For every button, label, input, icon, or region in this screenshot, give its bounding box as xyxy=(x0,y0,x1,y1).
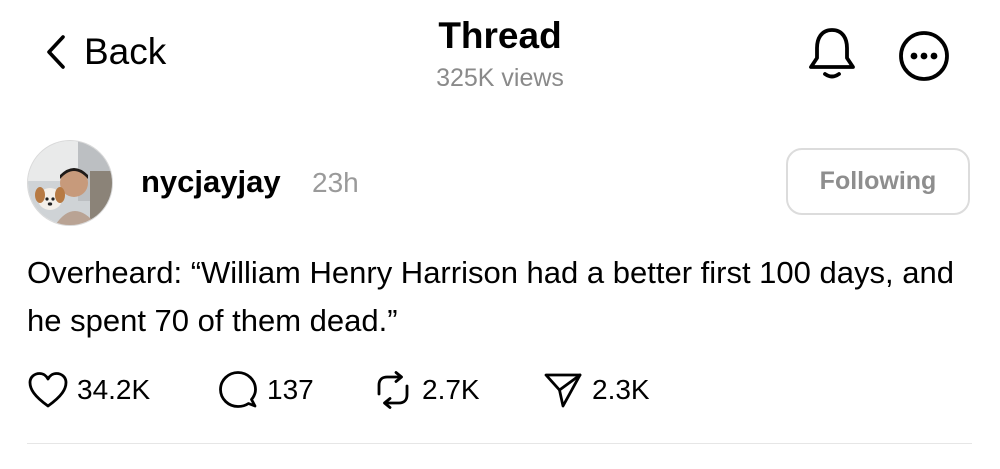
top-navigation-bar: Back Thread 325K views xyxy=(0,0,1000,110)
chevron-left-icon xyxy=(44,32,70,72)
share-count: 2.3K xyxy=(592,374,650,405)
thread-header: Thread 325K views xyxy=(300,14,700,94)
notifications-button[interactable] xyxy=(804,22,860,84)
like-count: 34.2K xyxy=(77,374,151,405)
post-actions: 34.2K 137 2.7K 2.3K xyxy=(27,366,650,414)
like-button[interactable]: 34.2K xyxy=(27,370,217,410)
reply-button[interactable]: 137 xyxy=(217,369,372,411)
back-button[interactable]: Back xyxy=(44,28,166,76)
reply-count: 137 xyxy=(267,374,314,405)
heart-icon xyxy=(27,370,69,410)
more-options-button[interactable] xyxy=(896,28,952,84)
bell-icon xyxy=(804,28,860,88)
post-timestamp: 23h xyxy=(312,167,359,198)
username[interactable]: nycjayjay xyxy=(141,162,281,202)
divider xyxy=(27,443,972,444)
post-body: Overheard: “William Henry Harrison had a… xyxy=(27,255,954,338)
avatar[interactable] xyxy=(27,140,113,226)
following-button[interactable]: Following xyxy=(786,148,970,215)
share-button[interactable]: 2.3K xyxy=(542,370,650,410)
repost-count: 2.7K xyxy=(422,374,480,405)
more-horizontal-icon xyxy=(896,31,952,88)
back-label: Back xyxy=(84,31,167,72)
comment-icon xyxy=(217,369,259,411)
send-icon xyxy=(542,370,584,410)
repost-button[interactable]: 2.7K xyxy=(372,370,542,410)
view-count: 325K views xyxy=(436,64,564,92)
repost-icon xyxy=(372,370,414,410)
page-title: Thread xyxy=(438,15,562,56)
